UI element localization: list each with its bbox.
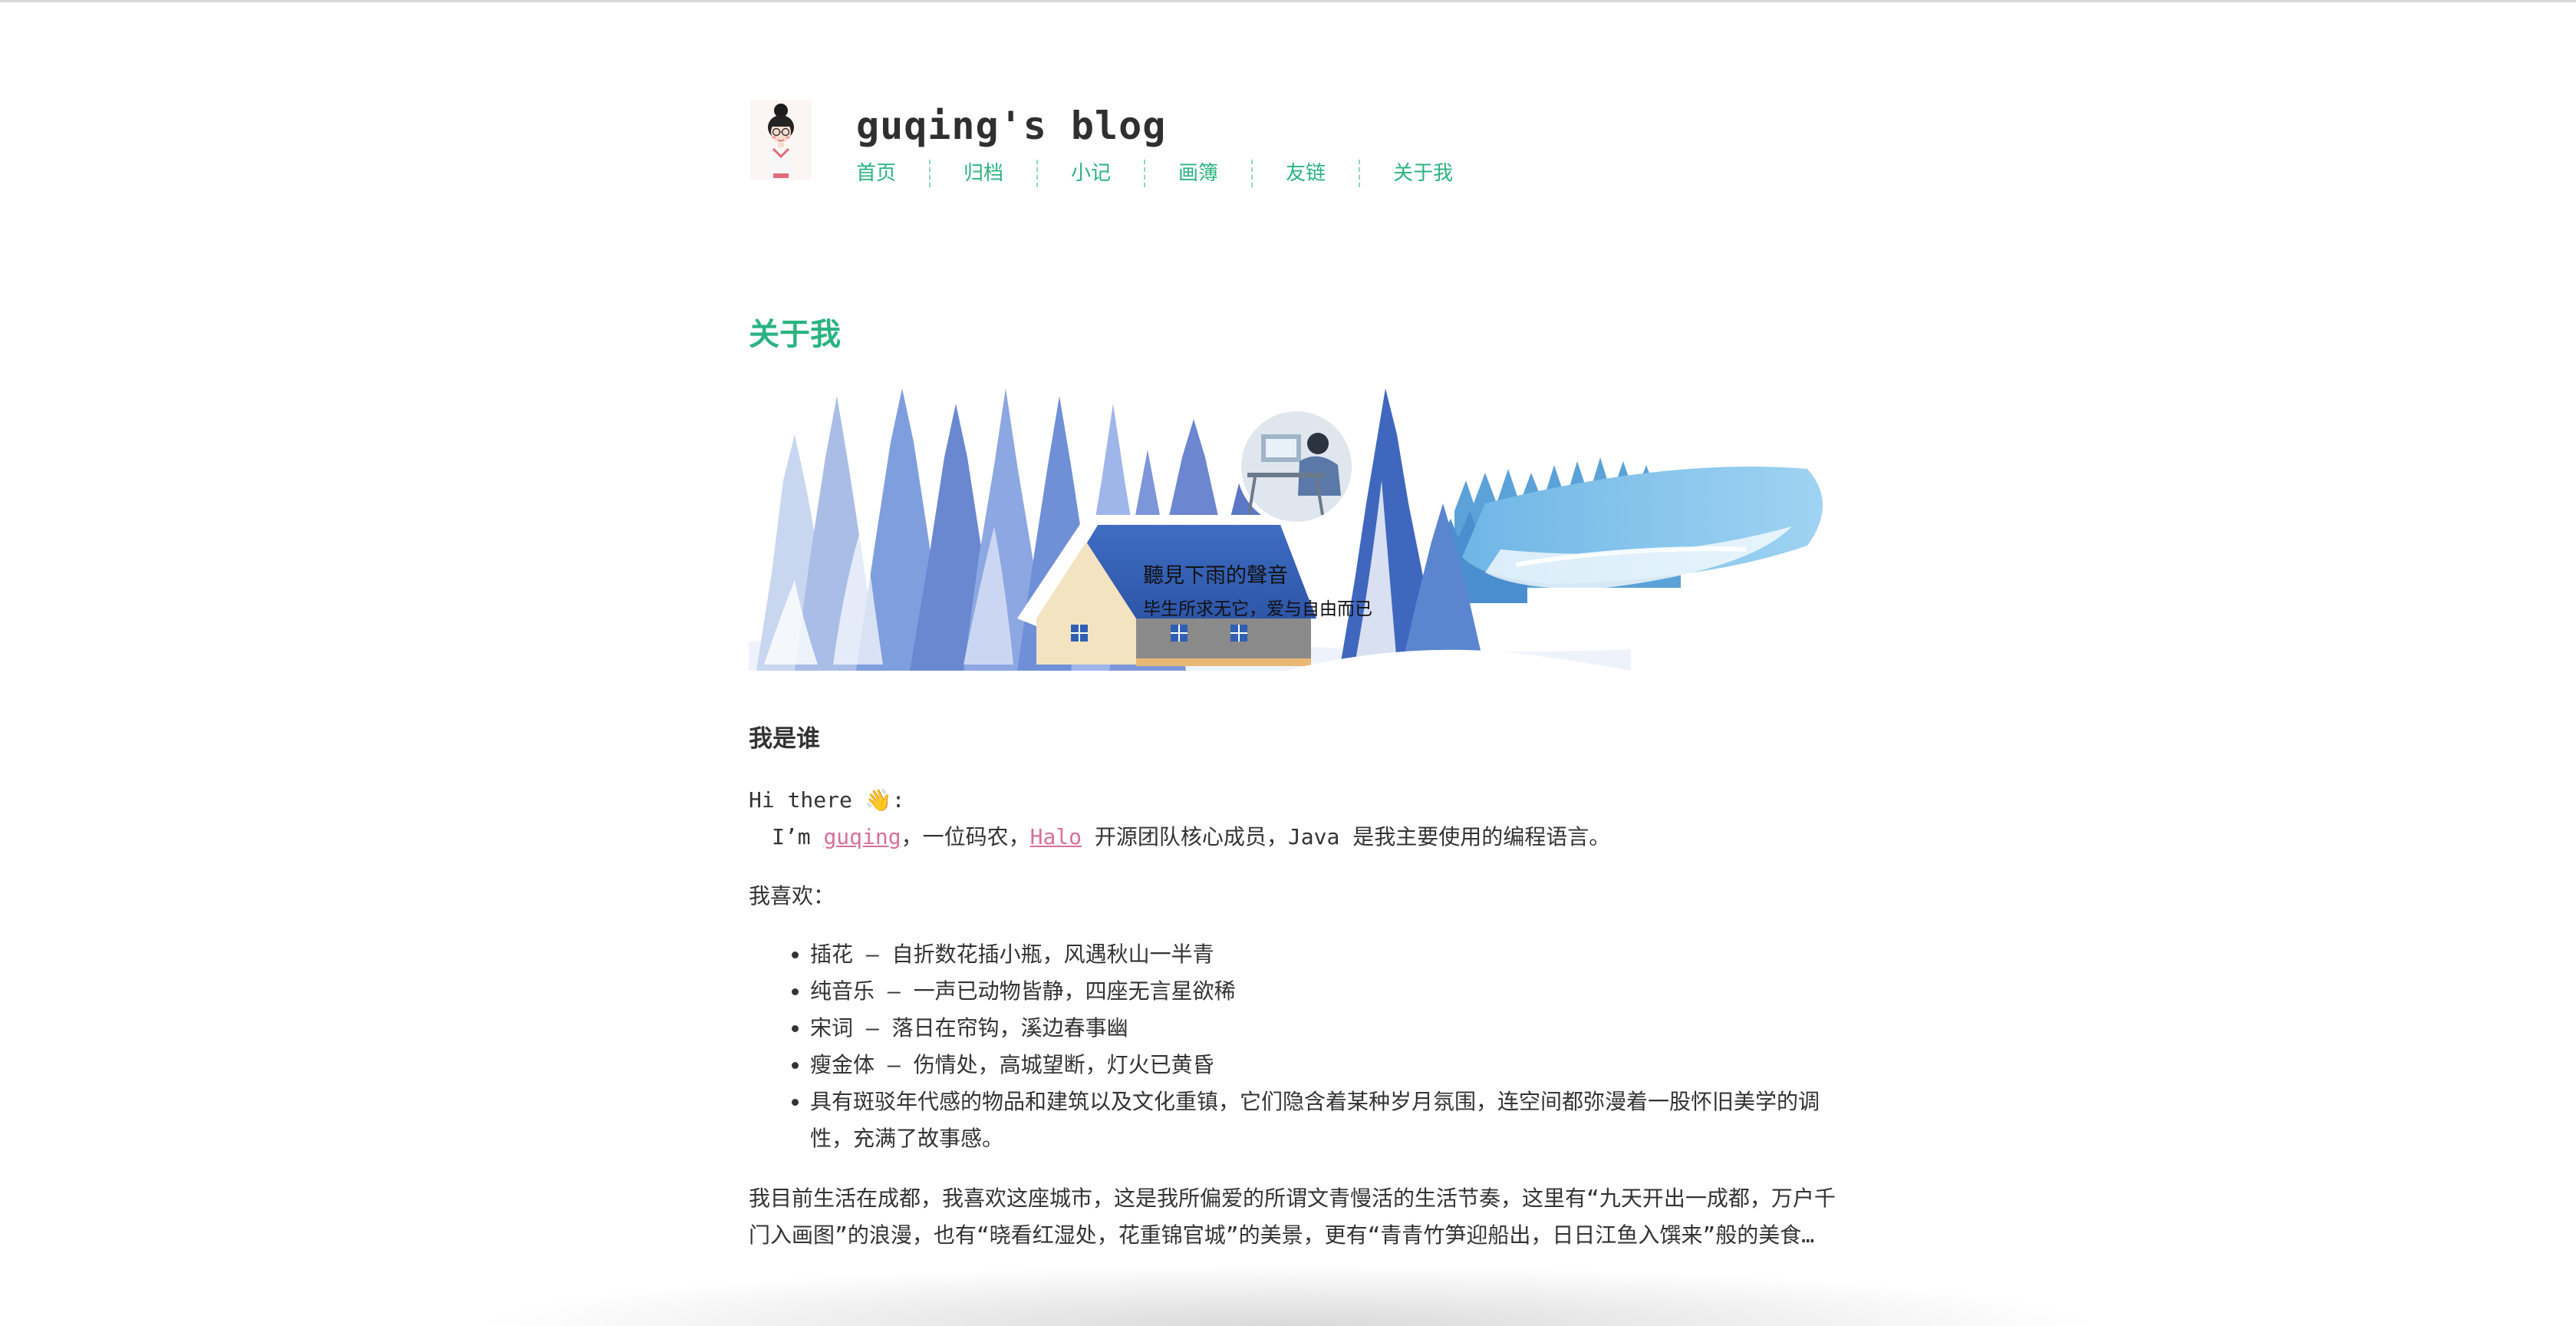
nav-photos[interactable]: 画簿: [1144, 160, 1251, 187]
list-item: 纯音乐 – 一声已动物皆静，四座无言星欲稀: [792, 973, 1830, 1010]
nav-journals[interactable]: 小记: [1036, 160, 1144, 187]
section-heading-who-am-i: 我是谁: [749, 725, 820, 753]
page-container: guqing's blog 首页 归档 小记 画簿 友链 关于我 关于我 聽見下…: [749, 0, 1836, 1309]
page-title: 关于我: [749, 317, 841, 352]
banner-subtitle: 毕生所求无它，爱与自由而已: [1143, 599, 1372, 619]
main-nav: 首页 归档 小记 画簿 友链 关于我: [856, 160, 1453, 187]
site-title[interactable]: guqing's blog: [856, 100, 1166, 152]
intro-middle: ，一位码农，: [901, 824, 1030, 849]
city-paragraph: 我目前生活在成都，我喜欢这座城市，这是我所偏爱的所谓文青慢活的生活节奏，这里有“…: [749, 1186, 1836, 1248]
avatar[interactable]: [750, 100, 812, 180]
likes-list: 插花 – 自折数花插小瓶，风遇秋山一半青 纯音乐 – 一声已动物皆静，四座无言星…: [792, 936, 1830, 1157]
greeting-text: Hi there 👋:: [749, 787, 905, 813]
list-item: 瘦金体 – 伤情处，高城望断，灯火已黄昏: [792, 1047, 1830, 1084]
nav-links[interactable]: 友链: [1251, 160, 1359, 187]
nav-about[interactable]: 关于我: [1359, 160, 1453, 187]
site-header: guqing's blog 首页 归档 小记 画簿 友链 关于我: [749, 100, 1830, 192]
list-item: 插花 – 自折数花插小瓶，风遇秋山一半青: [792, 936, 1830, 973]
nav-home[interactable]: 首页: [856, 160, 929, 187]
halo-link[interactable]: Halo: [1030, 824, 1082, 849]
intro-prefix: I’m: [772, 824, 824, 849]
likes-label: 我喜欢：: [749, 883, 835, 909]
banner-title: 聽見下雨的聲音: [1143, 564, 1288, 588]
author-name-link[interactable]: guqing: [823, 824, 901, 849]
list-item: 具有斑驳年代感的物品和建筑以及文化重镇，它们隐含着某种岁月氛围，连空间都弥漫着一…: [792, 1084, 1830, 1157]
about-banner: 聽見下雨的聲音 毕生所求无它，爱与自由而已: [749, 388, 1830, 671]
nav-archives[interactable]: 归档: [929, 160, 1036, 187]
intro-paragraph: I’m guqing，一位码农，Halo 开源团队核心成员，Java 是我主要使…: [772, 819, 1610, 856]
avatar-illustration: [750, 100, 812, 180]
intro-suffix: 开源团队核心成员，Java 是我主要使用的编程语言。: [1082, 824, 1611, 849]
list-item: 宋词 – 落日在帘钩，溪边春事幽: [792, 1010, 1830, 1047]
winter-landscape-illustration: [749, 388, 1823, 671]
